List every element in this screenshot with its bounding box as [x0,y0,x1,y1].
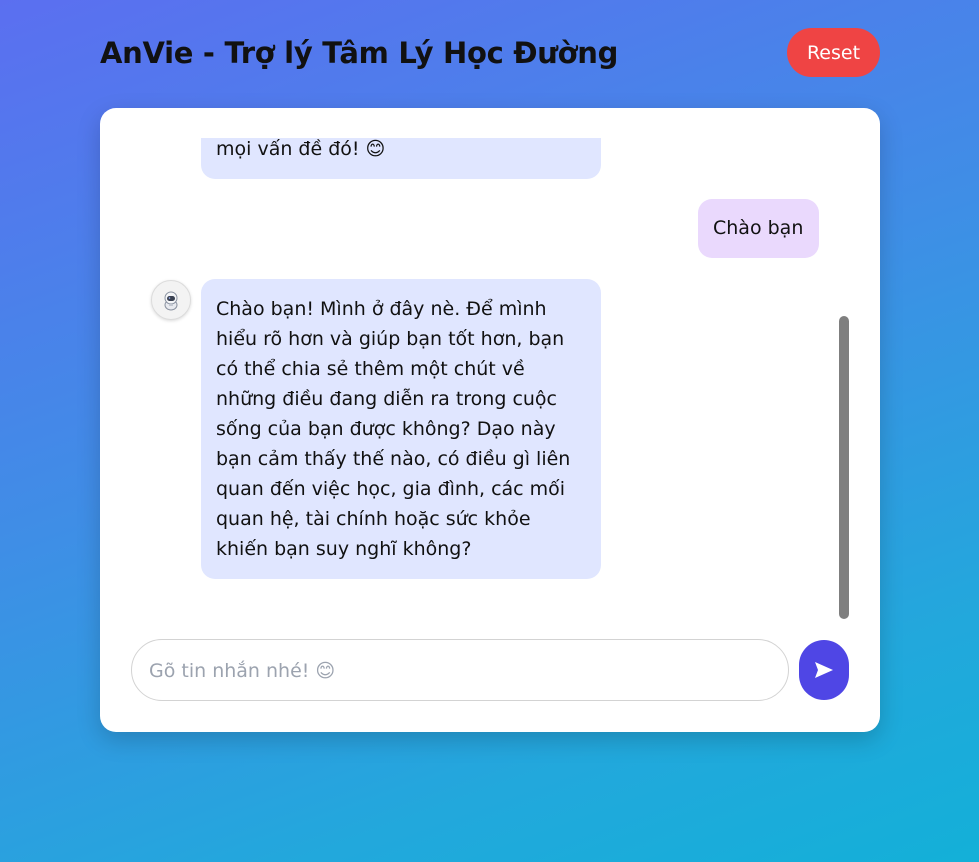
message-input-wrapper [131,639,789,702]
message-input[interactable] [147,640,771,702]
chat-card: mọi vấn đề đó! 😊 Chào bạn Chào bạn! Mình… [100,108,880,732]
bot-avatar [151,280,191,320]
scrollbar-thumb[interactable] [839,316,849,619]
user-message: Chào bạn [698,199,819,258]
bot-message: Chào bạn! Mình ở đây nè. Để mình hiểu rõ… [201,279,601,579]
bot-message-text: mọi vấn đề đó! 😊 [216,138,386,160]
bot-message-text: Chào bạn! Mình ở đây nè. Để mình hiểu rõ… [216,298,571,560]
send-icon [815,662,833,678]
astronaut-icon [164,291,178,311]
message-list[interactable]: mọi vấn đề đó! 😊 Chào bạn Chào bạn! Mình… [100,138,880,618]
send-button[interactable] [799,640,849,700]
app-title: AnVie - Trợ lý Tâm Lý Học Đường [100,36,619,70]
header: AnVie - Trợ lý Tâm Lý Học Đường Reset [100,28,880,78]
user-message-text: Chào bạn [713,217,804,239]
reset-button[interactable]: Reset [787,28,880,77]
bot-message: mọi vấn đề đó! 😊 [201,138,601,179]
